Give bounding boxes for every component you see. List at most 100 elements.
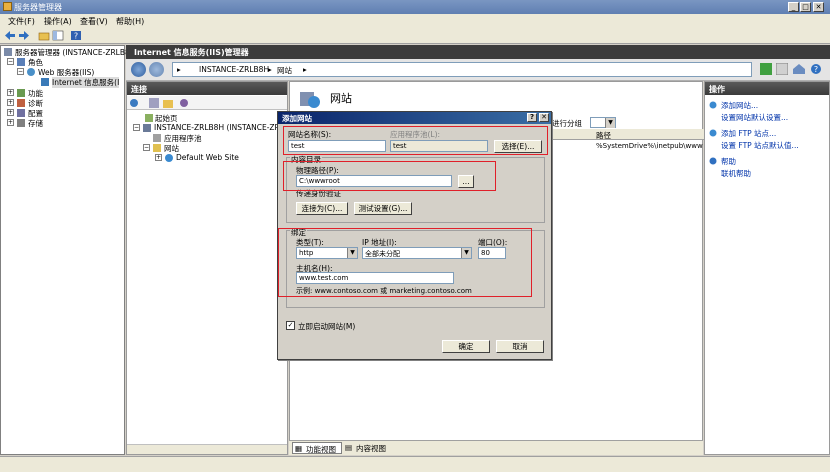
help-icon[interactable]: ? xyxy=(70,30,82,41)
globe-icon xyxy=(165,154,173,162)
menu-bar: 文件(F) 操作(A) 查看(V) 帮助(H) xyxy=(0,14,830,28)
server-icon xyxy=(143,124,151,132)
chevron-down-icon[interactable]: ▼ xyxy=(605,118,615,128)
dialog-close-button[interactable]: ✕ xyxy=(539,113,549,122)
nav-forward-icon[interactable] xyxy=(149,62,164,77)
add-website-dialog: 添加网站 ? ✕ 网站名称(S): 应用程序池(L): test test 选择… xyxy=(277,111,552,360)
features-icon xyxy=(17,89,25,97)
action-ftp-defaults[interactable]: 设置 FTP 站点默认值... xyxy=(721,140,799,151)
tree-iis-manager[interactable]: Internet 信息服务(I xyxy=(52,77,120,88)
status-bar xyxy=(0,456,830,472)
add-ftp-icon xyxy=(709,129,717,137)
start-now-label: 立即启动网站(M) xyxy=(298,322,356,331)
column-path[interactable]: 路径 xyxy=(596,130,611,141)
roles-icon xyxy=(17,58,25,66)
dialog-title-bar: 添加网站 ? ✕ xyxy=(278,112,551,124)
server-manager-icon xyxy=(3,2,12,11)
breadcrumb[interactable]: ▸ INSTANCE-ZRLB8H ▸ 网站 ▸ xyxy=(172,62,752,77)
connect-icon[interactable] xyxy=(129,98,139,108)
actions-panel: 操作 添加网站... 设置网站默认设置... 添加 FTP 站点... 设置 F… xyxy=(704,81,830,455)
connect-as-button[interactable]: 连接为(C)... xyxy=(296,202,348,215)
action-add-site[interactable]: 添加网站... xyxy=(721,100,758,111)
group-by-dropdown[interactable]: ▼ xyxy=(590,117,616,128)
sites-folder-icon xyxy=(153,144,161,152)
view-tabs: ▦ 功能视图 ▤ 内容视图 xyxy=(289,440,703,455)
action-add-ftp[interactable]: 添加 FTP 站点... xyxy=(721,128,776,139)
home-icon[interactable] xyxy=(792,63,806,75)
iis-header: Internet 信息服务(IIS)管理器 xyxy=(126,45,830,59)
expand-toggle[interactable]: + xyxy=(155,154,162,161)
test-settings-button[interactable]: 测试设置(G)... xyxy=(354,202,412,215)
expand-toggle[interactable]: + xyxy=(7,109,14,116)
minimize-button[interactable]: _ xyxy=(788,2,799,12)
site-path-cell: %SystemDrive%\inetpub\www xyxy=(596,142,703,150)
close-button[interactable]: ✕ xyxy=(813,2,824,12)
sites-large-icon xyxy=(300,92,320,108)
iis-header-title: Internet 信息服务(IIS)管理器 xyxy=(134,48,249,57)
address-bar: ▸ INSTANCE-ZRLB8H ▸ 网站 ▸ ? xyxy=(126,59,830,81)
folder-icon[interactable] xyxy=(163,98,173,108)
tree-storage[interactable]: 存储 xyxy=(28,118,43,129)
dialog-help-button[interactable]: ? xyxy=(527,113,537,122)
menu-help[interactable]: 帮助(H) xyxy=(116,16,144,27)
action-online-help[interactable]: 联机帮助 xyxy=(721,168,751,179)
connections-panel: 连接 起始页 − INSTANCE-ZRLB8H (INSTANCE-ZRLB8… xyxy=(126,81,302,455)
horizontal-scrollbar[interactable] xyxy=(127,444,287,454)
expand-toggle[interactable]: + xyxy=(7,89,14,96)
svg-text:?: ? xyxy=(814,65,818,74)
help-circle-icon[interactable]: ? xyxy=(810,63,824,75)
refresh-icon[interactable] xyxy=(760,63,772,75)
diagnostics-icon xyxy=(17,99,25,107)
expand-toggle[interactable]: + xyxy=(7,99,14,106)
add-site-icon xyxy=(709,101,717,109)
actions-title: 操作 xyxy=(705,82,829,95)
save-icon[interactable] xyxy=(149,98,159,108)
breadcrumb-server[interactable]: INSTANCE-ZRLB8H xyxy=(199,65,269,74)
ok-button[interactable]: 确定 xyxy=(442,340,490,353)
disconnect-icon[interactable] xyxy=(179,98,189,108)
action-help[interactable]: 帮助 xyxy=(721,156,736,167)
menu-action[interactable]: 操作(A) xyxy=(44,16,72,27)
menu-file[interactable]: 文件(F) xyxy=(8,16,35,27)
conn-default-site[interactable]: Default Web Site xyxy=(176,153,239,162)
stop-icon[interactable] xyxy=(776,63,788,75)
dialog-title: 添加网站 xyxy=(282,114,312,123)
show-hide-tree-icon[interactable] xyxy=(52,30,64,41)
window-title: 服务器管理器 xyxy=(14,3,62,12)
cancel-button[interactable]: 取消 xyxy=(496,340,544,353)
main-toolbar: ? xyxy=(0,28,830,44)
group-by-label: 进行分组 xyxy=(552,119,582,128)
iis-icon xyxy=(41,78,49,86)
forward-arrow-icon[interactable] xyxy=(18,30,30,41)
expand-toggle[interactable]: − xyxy=(133,124,140,131)
content-view-icon: ▤ xyxy=(345,443,353,452)
maximize-button[interactable]: □ xyxy=(800,2,811,12)
expand-toggle[interactable]: − xyxy=(7,58,14,65)
back-arrow-icon[interactable] xyxy=(4,30,16,41)
help-icon xyxy=(709,157,717,165)
expand-toggle[interactable]: + xyxy=(7,119,14,126)
expand-toggle[interactable]: − xyxy=(143,144,150,151)
connections-toolbar xyxy=(127,96,287,110)
up-folder-icon[interactable] xyxy=(38,30,50,41)
menu-view[interactable]: 查看(V) xyxy=(80,16,108,27)
nav-back-icon[interactable] xyxy=(131,62,146,77)
breadcrumb-icon: ▸ xyxy=(177,65,181,74)
highlight-physical-path xyxy=(283,161,496,191)
highlight-binding xyxy=(278,228,532,297)
features-view-icon: ▦ xyxy=(295,444,303,453)
config-icon xyxy=(17,109,25,117)
action-site-defaults[interactable]: 设置网站默认设置... xyxy=(721,112,788,123)
server-manager-tree: 服务器管理器 (INSTANCE-ZRLB8 − 角色 − Web 服务器(II… xyxy=(0,45,130,455)
tab-content-view[interactable]: ▤ 内容视图 xyxy=(343,442,393,454)
content-title: 网站 xyxy=(330,92,352,105)
expand-toggle[interactable]: − xyxy=(17,68,24,75)
app-pool-icon xyxy=(153,134,161,142)
breadcrumb-sites[interactable]: 网站 xyxy=(277,65,292,76)
server-icon xyxy=(4,48,12,56)
start-now-checkbox[interactable]: ✓ xyxy=(286,321,295,330)
tab-features-view[interactable]: ▦ 功能视图 xyxy=(292,442,342,454)
highlight-site-name xyxy=(283,126,548,155)
window-title-bar: 服务器管理器 _ □ ✕ xyxy=(0,0,830,14)
web-server-icon xyxy=(27,68,35,76)
